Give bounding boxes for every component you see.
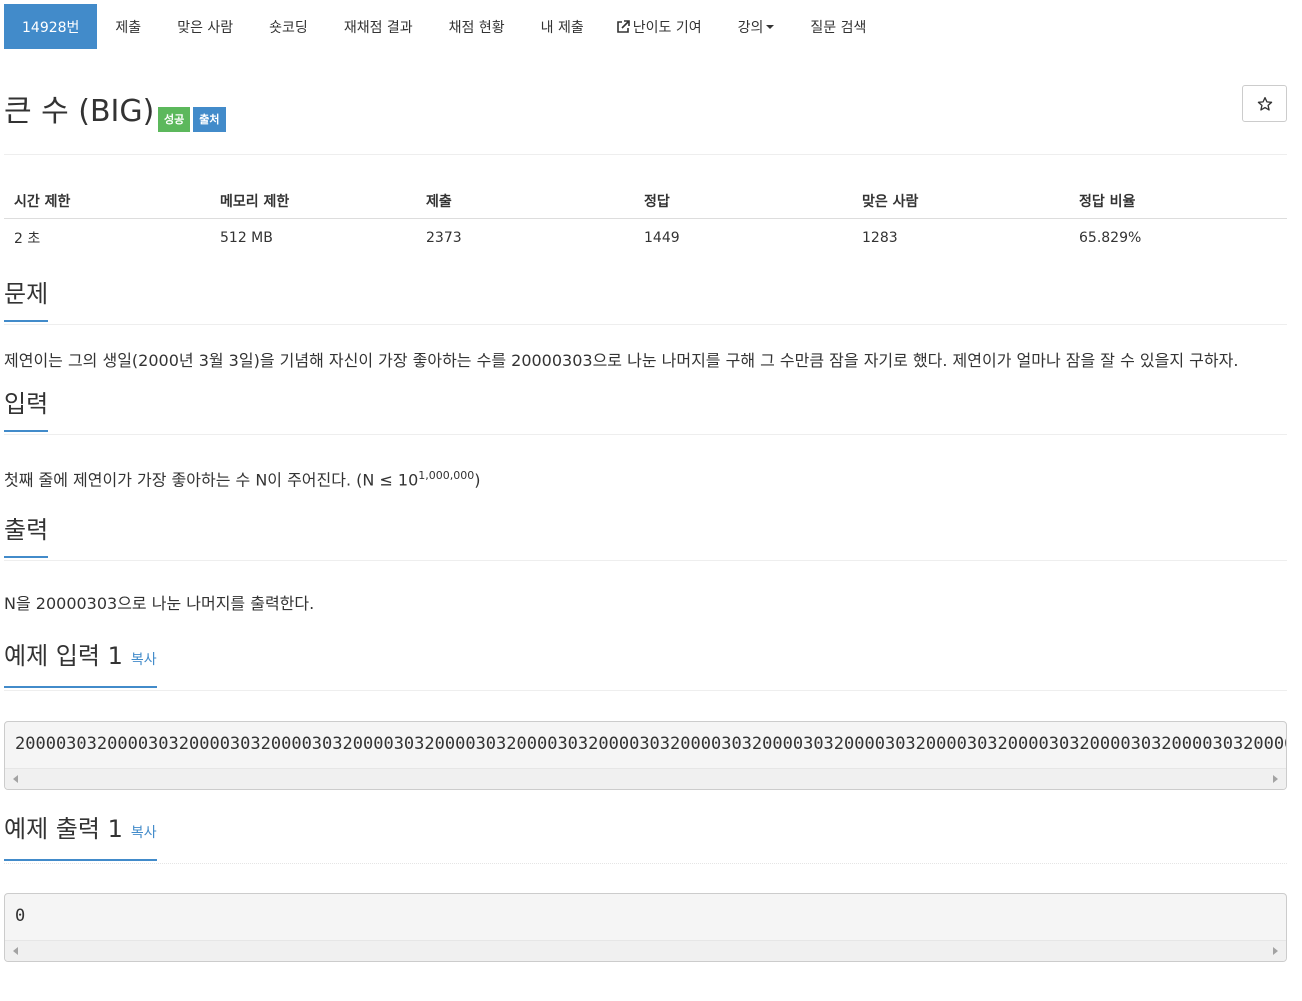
description-text: 제연이는 그의 생일(2000년 3월 3일)을 기념해 자신이 가장 좋아하는… — [4, 351, 1239, 370]
input-section: 입력 첫째 줄에 제연이가 가장 좋아하는 수 N이 주어진다. (N ≤ 10… — [4, 389, 1287, 495]
sample-input-box[interactable]: 2000030320000303200003032000030320000303… — [4, 721, 1287, 791]
time-limit-header: 시간 제한 — [4, 185, 210, 219]
output-heading: 출력 — [4, 515, 49, 559]
accepted-users-header: 맞은 사람 — [852, 185, 1069, 219]
scroll-right-icon[interactable] — [1273, 775, 1278, 784]
favorite-button[interactable] — [1242, 85, 1287, 122]
sample-input-code: 2000030320000303200003032000030320000303… — [15, 734, 1286, 755]
problem-title: 큰 수 (BIG) — [4, 94, 155, 129]
problem-badges: 성공 출처 — [158, 107, 226, 132]
nav-lectures-label: 강의 — [737, 19, 764, 36]
sample-output-heading-row: 예제 출력 1 복사 — [4, 814, 1287, 865]
output-section: 출력 N을 20000303으로 나눈 나머지를 출력한다. — [4, 515, 1287, 619]
memory-limit-header: 메모리 제한 — [210, 185, 416, 219]
sample-output-scrollbar[interactable] — [5, 940, 1286, 962]
nav-short-coding[interactable]: 숏코딩 — [251, 4, 326, 49]
accept-rate-value: 65.829% — [1079, 230, 1142, 247]
input-text-end: ) — [474, 470, 481, 490]
nav-my-submissions[interactable]: 내 제출 — [523, 4, 602, 49]
caret-down-icon — [766, 24, 775, 29]
problem-nav: 14928번 제출 맞은 사람 숏코딩 재채점 결과 채점 현황 내 제출 난이… — [4, 4, 1287, 49]
description-heading: 문제 — [4, 279, 49, 322]
nav-difficulty-label: 난이도 기여 — [632, 19, 702, 36]
nav-question-search[interactable]: 질문 검색 — [792, 4, 884, 49]
sample-input-copy-link[interactable]: 복사 — [131, 652, 157, 668]
sample-output-copy-link[interactable]: 복사 — [131, 825, 157, 841]
sample-output-section: 예제 출력 1 복사 0 — [4, 814, 1287, 963]
scroll-right-icon[interactable] — [1273, 947, 1278, 956]
sample-input-scrollbar[interactable] — [5, 768, 1286, 790]
star-outline-icon — [1257, 96, 1272, 111]
input-text-main: 첫째 줄에 제연이가 가장 좋아하는 수 N이 주어진다. (N ≤ 10 — [4, 470, 419, 490]
accepted-header: 정답 — [634, 185, 852, 219]
submissions-value: 2373 — [426, 230, 462, 247]
nav-submit[interactable]: 제출 — [97, 4, 159, 49]
accepted-users-value: 1283 — [862, 230, 898, 247]
description-section: 문제 제연이는 그의 생일(2000년 3월 3일)을 기념해 자신이 가장 좋… — [4, 279, 1287, 377]
scroll-left-icon[interactable] — [13, 947, 18, 956]
nav-difficulty-contribution[interactable]: 난이도 기여 — [602, 4, 720, 49]
sample-input-title: 예제 입력 1 — [4, 642, 123, 671]
source-badge[interactable]: 출처 — [193, 107, 226, 132]
info-table-header-row: 시간 제한 메모리 제한 제출 정답 맞은 사람 정답 비율 — [4, 185, 1287, 219]
sample-input-section: 예제 입력 1 복사 200003032000030320000303200003… — [4, 641, 1287, 791]
sample-output-title: 예제 출력 1 — [4, 815, 123, 844]
problem-header: 큰 수 (BIG) 성공 출처 — [4, 85, 1287, 155]
info-table-row: 2 초 512 MB 2373 1449 1283 65.829% — [4, 218, 1287, 258]
input-text: 첫째 줄에 제연이가 가장 좋아하는 수 N이 주어진다. (N ≤ 101,0… — [4, 435, 1287, 495]
input-heading-row: 입력 — [4, 389, 1287, 435]
description-heading-row: 문제 — [4, 279, 1287, 325]
sample-input-heading: 예제 입력 1 복사 — [4, 641, 157, 689]
accept-rate-header: 정답 비율 — [1069, 185, 1287, 219]
sample-output-code: 0 — [15, 906, 26, 927]
external-link-icon — [616, 19, 630, 33]
nav-lectures-dropdown[interactable]: 강의 — [720, 4, 793, 49]
submissions-header: 제출 — [416, 185, 634, 219]
nav-status[interactable]: 채점 현황 — [431, 4, 523, 49]
sample-input-heading-row: 예제 입력 1 복사 — [4, 641, 1287, 692]
nav-problem-number[interactable]: 14928번 — [4, 4, 98, 49]
input-heading: 입력 — [4, 389, 49, 432]
success-badge: 성공 — [158, 107, 191, 132]
input-superscript: 1,000,000 — [418, 469, 475, 482]
problem-info-table: 시간 제한 메모리 제한 제출 정답 맞은 사람 정답 비율 2 초 512 M… — [4, 185, 1287, 258]
sample-output-heading: 예제 출력 1 복사 — [4, 814, 157, 862]
scroll-left-icon[interactable] — [13, 775, 18, 784]
time-limit-value: 2 초 — [14, 231, 41, 248]
sample-output-box[interactable]: 0 — [4, 893, 1287, 963]
accepted-value: 1449 — [644, 230, 680, 247]
nav-rejudge-results[interactable]: 재채점 결과 — [326, 4, 431, 49]
output-heading-row: 출력 — [4, 515, 1287, 562]
output-text: N을 20000303으로 나눈 나머지를 출력한다. — [4, 594, 315, 614]
memory-limit-value: 512 MB — [220, 230, 273, 247]
nav-accepted-users[interactable]: 맞은 사람 — [159, 4, 251, 49]
